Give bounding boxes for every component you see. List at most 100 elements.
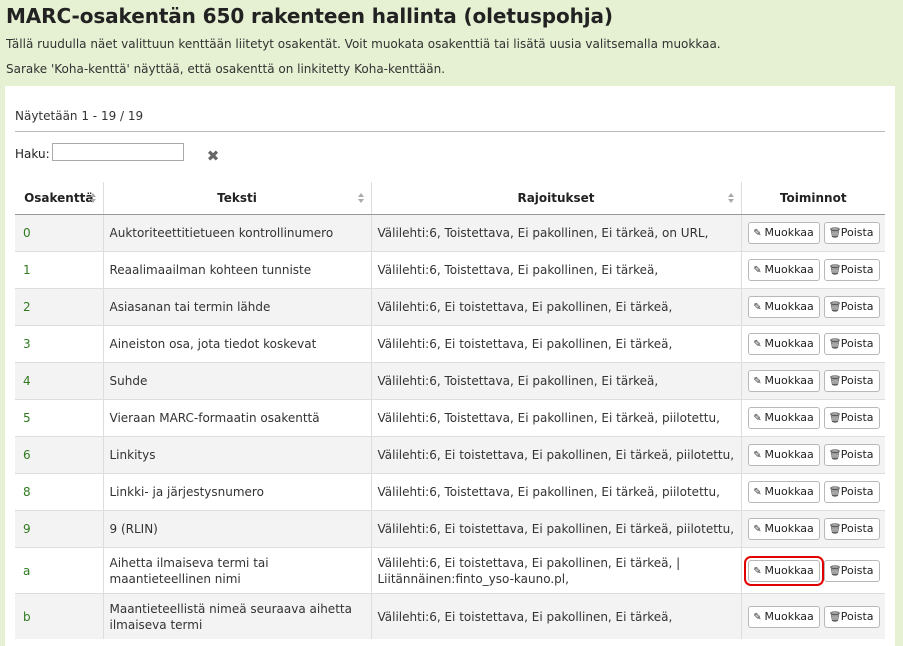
delete-button[interactable]: 🗑Poista xyxy=(823,296,880,318)
delete-label: Poista xyxy=(840,337,874,350)
header-label: Osakenttä xyxy=(24,191,94,205)
delete-label: Poista xyxy=(840,226,874,239)
subfield-text-cell: 9 (RLIN) xyxy=(102,510,371,548)
trash-icon: 🗑 xyxy=(828,339,842,350)
constraints-cell: Välilehti:6, Ei toistettava, Ei pakollin… xyxy=(370,288,741,326)
subfield-code-link[interactable]: 3 xyxy=(23,337,31,351)
delete-label: Poista xyxy=(840,485,874,498)
trash-icon: 🗑 xyxy=(828,565,842,577)
delete-label: Poista xyxy=(840,411,874,424)
delete-button[interactable]: 🗑Poista xyxy=(823,605,880,628)
subfields-table: Osakenttä Teksti Rajoitukset Toiminnot 0… xyxy=(15,182,885,639)
subfield-code-link[interactable]: 4 xyxy=(23,374,31,388)
table-row: 9 9 (RLIN) Välilehti:6, Ei toistettava, Ei… xyxy=(15,510,885,548)
trash-icon: 🗑 xyxy=(828,611,842,623)
pencil-icon: ✎ xyxy=(753,228,762,239)
table-row: 5 Vieraan MARC-formaatin osakenttä Välileh… xyxy=(15,399,885,437)
subfield-code-cell: b xyxy=(15,593,103,639)
delete-label: Poista xyxy=(840,300,874,313)
sort-icon xyxy=(357,193,365,204)
actions-cell: ✎ Muokkaa 🗑Poista xyxy=(740,547,885,594)
delete-label: Poista xyxy=(840,563,874,577)
delete-button[interactable]: 🗑Poista xyxy=(823,481,880,503)
subfield-code-link[interactable]: b xyxy=(23,610,31,624)
constraints-cell: Välilehti:6, Ei toistettava, Ei pakollin… xyxy=(370,325,741,363)
header-label: Teksti xyxy=(217,191,257,205)
edit-button[interactable]: ✎ Muokkaa xyxy=(747,333,820,355)
column-header-constraints[interactable]: Rajoitukset xyxy=(370,182,741,215)
subfield-code-cell: 0 xyxy=(15,214,103,252)
divider xyxy=(15,131,885,132)
subfield-code-link[interactable]: 8 xyxy=(23,485,31,499)
subfield-code-link[interactable]: 6 xyxy=(23,448,31,462)
delete-button[interactable]: 🗑Poista xyxy=(823,333,880,355)
constraints-cell: Välilehti:6, Toistettava, Ei pakollinen,… xyxy=(370,399,741,437)
search-input[interactable] xyxy=(52,143,184,161)
edit-button[interactable]: ✎ Muokkaa xyxy=(747,296,820,318)
trash-icon: 🗑 xyxy=(828,302,842,313)
subfield-code-link[interactable]: 5 xyxy=(23,411,31,425)
subfield-text-cell: Auktoriteettitietueen kontrollinumero xyxy=(102,214,371,252)
subfield-code-cell: a xyxy=(15,547,103,594)
showing-count: Näytetään 1 - 19 / 19 xyxy=(15,109,144,123)
pencil-icon: ✎ xyxy=(753,611,762,623)
subfield-text-cell: Suhde xyxy=(102,362,371,400)
header-label: Toiminnot xyxy=(779,191,847,205)
constraints-cell: Välilehti:6, Toistettava, Ei pakollinen,… xyxy=(370,473,741,511)
header-label: Rajoitukset xyxy=(517,191,595,205)
column-header-subfield[interactable]: Osakenttä xyxy=(15,182,103,215)
pencil-icon: ✎ xyxy=(753,565,762,577)
subfield-code-link[interactable]: 9 xyxy=(23,522,31,536)
edit-label: Muokkaa xyxy=(764,411,814,424)
table-row: 0 Auktoriteettitietueen kontrollinumero Vä… xyxy=(15,214,885,252)
edit-button[interactable]: ✎ Muokkaa xyxy=(747,605,820,628)
edit-button[interactable]: ✎ Muokkaa xyxy=(747,407,820,429)
constraints-cell: Välilehti:6, Ei toistettava, Ei pakollin… xyxy=(370,510,741,548)
pencil-icon: ✎ xyxy=(753,339,762,350)
table-row: 1 Reaalimaailman kohteen tunniste Välileht… xyxy=(15,251,885,289)
delete-button[interactable]: 🗑Poista xyxy=(823,444,880,466)
delete-label: Poista xyxy=(840,374,874,387)
actions-cell: ✎ Muokkaa 🗑Poista xyxy=(740,251,885,289)
edit-label: Muokkaa xyxy=(764,300,814,313)
trash-icon: 🗑 xyxy=(828,450,842,461)
edit-button[interactable]: ✎ Muokkaa xyxy=(743,555,824,586)
edit-label: Muokkaa xyxy=(764,337,814,350)
delete-label: Poista xyxy=(840,522,874,535)
edit-button[interactable]: ✎ Muokkaa xyxy=(747,444,820,466)
trash-icon: 🗑 xyxy=(828,228,842,239)
edit-button[interactable]: ✎ Muokkaa xyxy=(747,370,820,392)
edit-button[interactable]: ✎ Muokkaa xyxy=(747,259,820,281)
subfield-code-link[interactable]: 0 xyxy=(23,226,31,240)
delete-button[interactable]: 🗑Poista xyxy=(823,370,880,392)
actions-cell: ✎ Muokkaa 🗑Poista xyxy=(740,325,885,363)
pencil-icon: ✎ xyxy=(753,265,762,276)
edit-button[interactable]: ✎ Muokkaa xyxy=(747,518,820,540)
subfield-text-cell: Linkki- ja järjestysnumero xyxy=(102,473,371,511)
subfield-code-cell: 9 xyxy=(15,510,103,548)
subfield-code-cell: 5 xyxy=(15,399,103,437)
column-header-actions: Toiminnot xyxy=(740,182,885,215)
column-header-text[interactable]: Teksti xyxy=(102,182,371,215)
delete-button[interactable]: 🗑Poista xyxy=(823,259,880,281)
subfield-text-cell: Aineiston osa, jota tiedot koskevat xyxy=(102,325,371,363)
search-label: Haku: xyxy=(15,147,50,161)
clear-filter-icon[interactable]: ✖ xyxy=(205,148,221,164)
delete-button[interactable]: 🗑Poista xyxy=(823,407,880,429)
edit-button[interactable]: ✎ Muokkaa xyxy=(747,222,820,244)
subfield-text-cell: Linkitys xyxy=(102,436,371,474)
delete-button[interactable]: 🗑Poista xyxy=(823,222,880,244)
subfield-code-link[interactable]: a xyxy=(23,564,30,578)
subfield-text-cell: Aihetta ilmaiseva termi tai maantieteell… xyxy=(102,547,371,594)
subfield-code-cell: 4 xyxy=(15,362,103,400)
subfield-code-link[interactable]: 1 xyxy=(23,263,31,277)
actions-cell: ✎ Muokkaa 🗑Poista xyxy=(740,593,885,639)
delete-button[interactable]: 🗑Poista xyxy=(823,559,880,582)
delete-button[interactable]: 🗑Poista xyxy=(823,518,880,540)
table-row: b Maantieteellistä nimeä seuraava aihetta… xyxy=(15,593,885,639)
table-row: 8 Linkki- ja järjestysnumero Välilehti:6, … xyxy=(15,473,885,511)
subfield-code-link[interactable]: 2 xyxy=(23,300,31,314)
subfield-code-cell: 1 xyxy=(15,251,103,289)
edit-button[interactable]: ✎ Muokkaa xyxy=(747,481,820,503)
table-row: 2 Asiasanan tai termin lähde Välilehti:6, … xyxy=(15,288,885,326)
